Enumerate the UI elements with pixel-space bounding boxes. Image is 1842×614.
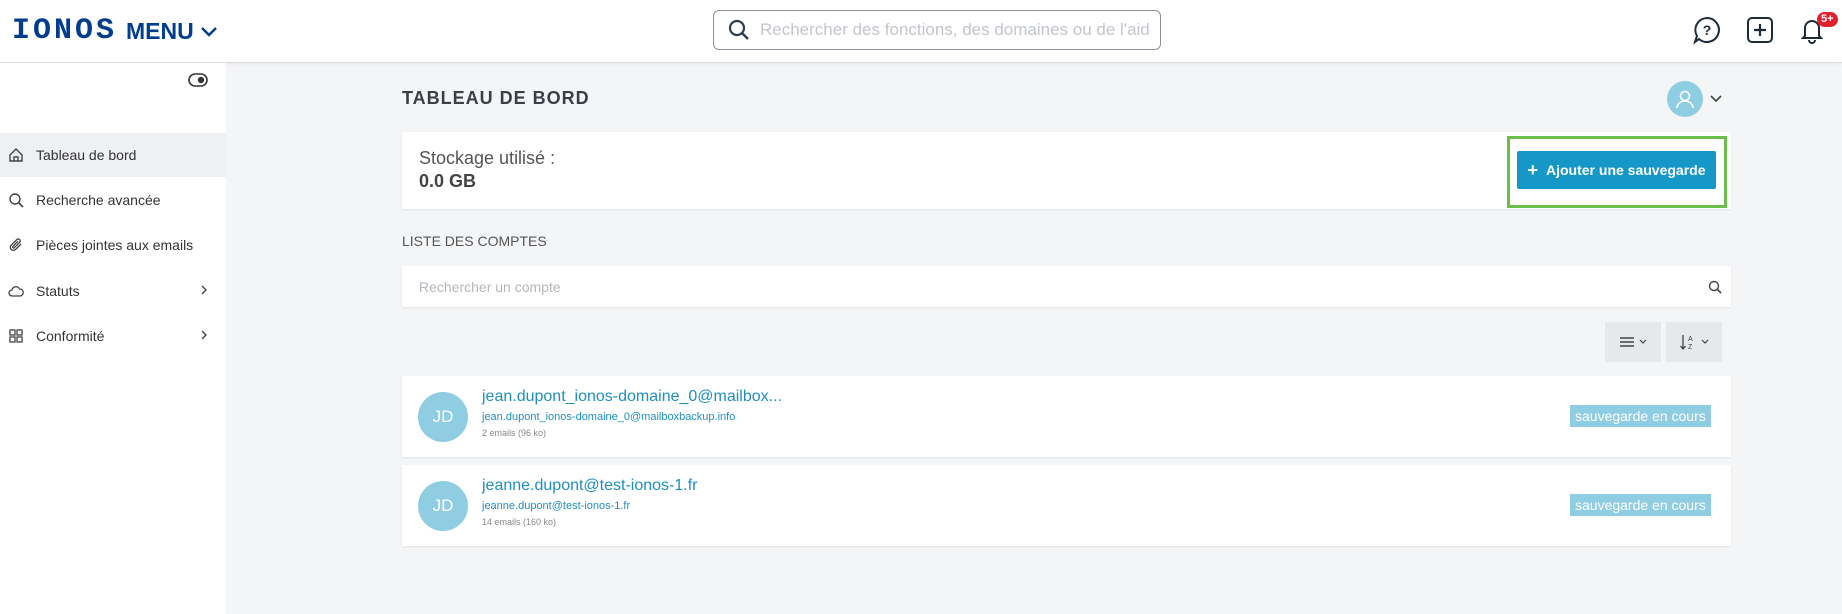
sidebar-item-recherche-avancee[interactable]: Recherche avancée — [0, 178, 226, 222]
chevron-right-icon — [200, 329, 208, 341]
sidebar: Tableau de bord Recherche avancée Pièces… — [0, 63, 226, 614]
add-backup-label: Ajouter une sauvegarde — [1546, 162, 1706, 178]
menu-label: MENU — [126, 18, 194, 44]
page-title: TABLEAU DE BORD — [402, 88, 590, 108]
add-square-icon[interactable] — [1745, 15, 1775, 45]
search-icon[interactable] — [1708, 280, 1722, 294]
sidebar-item-label: Statuts — [36, 283, 80, 299]
chevron-down-icon — [1639, 339, 1647, 344]
paperclip-icon — [8, 237, 24, 253]
plus-icon: + — [1527, 160, 1538, 180]
account-list-item[interactable]: JD jeanne.dupont@test-ionos-1.fr jeanne.… — [402, 465, 1731, 546]
sidebar-item-label: Tableau de bord — [36, 147, 137, 163]
search-icon — [728, 19, 750, 41]
sidebar-toggle-icon[interactable] — [188, 73, 208, 87]
ionos-logo[interactable]: IONOS — [12, 14, 117, 48]
sidebar-item-pieces-jointes[interactable]: Pièces jointes aux emails — [0, 223, 226, 267]
home-icon — [8, 147, 24, 163]
svg-text:?: ? — [1703, 22, 1712, 38]
global-search-input[interactable] — [758, 19, 1152, 41]
account-email: jeanne.dupont@test-ionos-1.fr — [482, 500, 631, 512]
chevron-down-icon — [200, 26, 218, 38]
storage-label: Stockage utilisé : — [419, 148, 556, 168]
grid-icon — [8, 328, 24, 344]
sidebar-item-statuts[interactable]: Statuts — [0, 269, 226, 313]
accounts-section-label: LISTE DES COMPTES — [402, 233, 547, 249]
notification-badge: 5+ — [1817, 12, 1838, 27]
sidebar-item-label: Pièces jointes aux emails — [36, 237, 194, 253]
user-icon — [1676, 90, 1694, 109]
chevron-down-icon — [1701, 339, 1709, 344]
svg-text:Z: Z — [1688, 344, 1693, 351]
account-title[interactable]: jean.dupont_ionos-domaine_0@mailbox... — [482, 388, 782, 406]
account-search[interactable] — [402, 266, 1731, 307]
chevron-down-icon[interactable] — [1710, 95, 1722, 103]
status-badge: sauvegarde en cours — [1570, 494, 1711, 516]
account-list-item[interactable]: JD jean.dupont_ionos-domaine_0@mailbox..… — [402, 376, 1731, 457]
sidebar-item-label: Recherche avancée — [36, 192, 161, 208]
help-chat-icon[interactable]: ? — [1692, 15, 1722, 45]
top-bar: IONOS MENU ? 5+ — [0, 0, 1842, 63]
account-email: jean.dupont_ionos-domaine_0@mailboxbacku… — [482, 411, 736, 423]
global-search[interactable] — [713, 10, 1161, 50]
status-badge: sauvegarde en cours — [1570, 405, 1711, 427]
user-avatar[interactable] — [1667, 81, 1703, 117]
storage-value: 0.0 GB — [419, 171, 477, 191]
menu-button[interactable]: MENU — [126, 18, 218, 45]
sort-button[interactable]: A Z — [1666, 322, 1722, 362]
sidebar-item-conformite[interactable]: Conformité — [0, 314, 226, 358]
sort-az-icon: A Z — [1680, 335, 1693, 351]
chevron-right-icon — [200, 284, 208, 296]
account-avatar: JD — [418, 392, 468, 442]
view-mode-button[interactable] — [1605, 322, 1661, 362]
search-icon — [8, 192, 24, 208]
account-meta: 2 emails (96 ko) — [482, 428, 547, 438]
account-search-input[interactable] — [417, 277, 1671, 296]
account-avatar: JD — [418, 481, 468, 531]
sidebar-item-label: Conformité — [36, 328, 105, 344]
sidebar-item-tableau-de-bord[interactable]: Tableau de bord — [0, 133, 226, 177]
add-backup-button[interactable]: + Ajouter une sauvegarde — [1517, 151, 1716, 189]
cloud-icon — [8, 283, 24, 299]
account-meta: 14 emails (160 ko) — [482, 517, 557, 527]
svg-text:A: A — [1688, 336, 1693, 343]
list-icon — [1620, 337, 1634, 347]
account-title[interactable]: jeanne.dupont@test-ionos-1.fr — [482, 477, 697, 495]
